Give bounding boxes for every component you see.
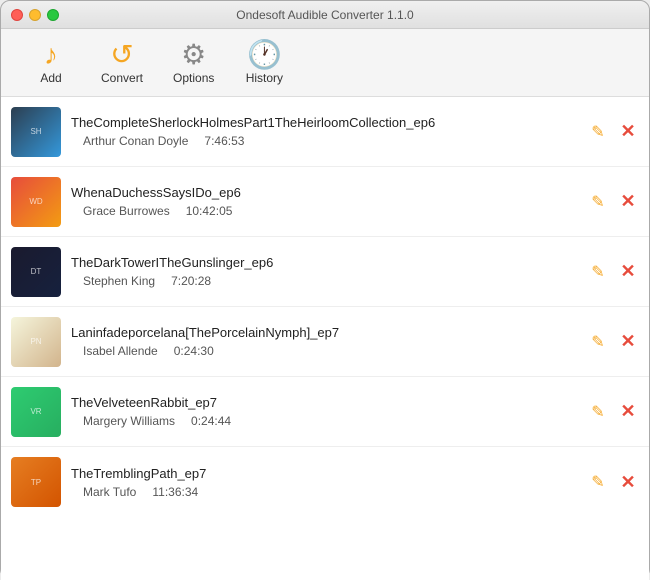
options-button[interactable]: ⚙ Options: [163, 35, 224, 91]
traffic-lights: [11, 9, 59, 21]
thumb-text: PN: [28, 335, 43, 348]
delete-icon: ✕: [620, 191, 635, 212]
delete-button[interactable]: ✕: [617, 121, 639, 143]
delete-icon: ✕: [620, 472, 635, 493]
delete-button[interactable]: ✕: [617, 401, 639, 423]
delete-button[interactable]: ✕: [617, 261, 639, 283]
minimize-button[interactable]: [29, 9, 41, 21]
options-label: Options: [173, 71, 214, 85]
book-info: TheDarkTowerITheGunslinger_ep6 Stephen K…: [71, 255, 577, 288]
history-icon: 🕐: [247, 41, 282, 69]
add-button[interactable]: ♪ Add: [21, 35, 81, 91]
book-info: Laninfadeporcelana[ThePorcelainNymph]_ep…: [71, 325, 577, 358]
book-thumbnail: PN: [11, 317, 61, 367]
book-meta: Grace Burrowes 10:42:05: [71, 204, 577, 218]
book-thumbnail: TP: [11, 457, 61, 507]
table-row: VR TheVelveteenRabbit_ep7 Margery Willia…: [1, 377, 649, 447]
edit-button[interactable]: ✎: [587, 471, 609, 493]
add-icon: ♪: [44, 41, 58, 69]
table-row: DT TheDarkTowerITheGunslinger_ep6 Stephe…: [1, 237, 649, 307]
book-list: SH TheCompleteSherlockHolmesPart1TheHeir…: [1, 97, 649, 580]
delete-icon: ✕: [620, 401, 635, 422]
delete-button[interactable]: ✕: [617, 191, 639, 213]
book-meta: Arthur Conan Doyle 7:46:53: [71, 134, 577, 148]
book-author: Grace Burrowes: [71, 204, 170, 218]
book-meta: Mark Tufo 11:36:34: [71, 485, 577, 499]
book-title: TheVelveteenRabbit_ep7: [71, 395, 577, 410]
book-meta: Isabel Allende 0:24:30: [71, 344, 577, 358]
book-title: TheCompleteSherlockHolmesPart1TheHeirloo…: [71, 115, 577, 130]
book-author: Arthur Conan Doyle: [71, 134, 188, 148]
edit-icon: ✎: [591, 332, 604, 352]
book-meta: Margery Williams 0:24:44: [71, 414, 577, 428]
book-thumbnail: WD: [11, 177, 61, 227]
edit-button[interactable]: ✎: [587, 401, 609, 423]
book-title: TheDarkTowerITheGunslinger_ep6: [71, 255, 577, 270]
book-actions: ✎ ✕: [587, 331, 639, 353]
thumb-text: SH: [28, 125, 43, 138]
toolbar: ♪ Add ↺ Convert ⚙ Options 🕐 History: [1, 29, 649, 97]
close-button[interactable]: [11, 9, 23, 21]
thumb-text: WD: [27, 195, 44, 208]
edit-button[interactable]: ✎: [587, 191, 609, 213]
book-meta: Stephen King 7:20:28: [71, 274, 577, 288]
edit-button[interactable]: ✎: [587, 331, 609, 353]
convert-label: Convert: [101, 71, 143, 85]
edit-icon: ✎: [591, 262, 604, 282]
book-title: WhenaDuchessSaysIDo_ep6: [71, 185, 577, 200]
history-label: History: [246, 71, 283, 85]
delete-icon: ✕: [620, 261, 635, 282]
book-duration: 0:24:30: [174, 344, 214, 358]
book-actions: ✎ ✕: [587, 121, 639, 143]
book-duration: 11:36:34: [152, 485, 198, 499]
book-title: Laninfadeporcelana[ThePorcelainNymph]_ep…: [71, 325, 577, 340]
book-author: Mark Tufo: [71, 485, 136, 499]
book-duration: 7:46:53: [204, 134, 244, 148]
thumb-text: VR: [28, 405, 43, 418]
thumb-text: TP: [29, 476, 43, 489]
book-info: TheVelveteenRabbit_ep7 Margery Williams …: [71, 395, 577, 428]
book-author: Margery Williams: [71, 414, 175, 428]
add-label: Add: [40, 71, 61, 85]
edit-icon: ✎: [591, 122, 604, 142]
delete-button[interactable]: ✕: [617, 331, 639, 353]
book-duration: 10:42:05: [186, 204, 233, 218]
options-icon: ⚙: [181, 41, 206, 69]
edit-icon: ✎: [591, 402, 604, 422]
book-author: Stephen King: [71, 274, 155, 288]
convert-icon: ↺: [110, 41, 133, 69]
title-bar: Ondesoft Audible Converter 1.1.0: [1, 1, 649, 29]
table-row: TP TheTremblingPath_ep7 Mark Tufo 11:36:…: [1, 447, 649, 517]
delete-button[interactable]: ✕: [617, 471, 639, 493]
book-actions: ✎ ✕: [587, 471, 639, 493]
maximize-button[interactable]: [47, 9, 59, 21]
window-title: Ondesoft Audible Converter 1.1.0: [236, 8, 413, 22]
book-thumbnail: SH: [11, 107, 61, 157]
edit-button[interactable]: ✎: [587, 121, 609, 143]
book-thumbnail: DT: [11, 247, 61, 297]
book-thumbnail: VR: [11, 387, 61, 437]
edit-icon: ✎: [591, 472, 604, 492]
book-author: Isabel Allende: [71, 344, 158, 358]
book-actions: ✎ ✕: [587, 261, 639, 283]
book-info: WhenaDuchessSaysIDo_ep6 Grace Burrowes 1…: [71, 185, 577, 218]
book-title: TheTremblingPath_ep7: [71, 466, 577, 481]
book-info: TheCompleteSherlockHolmesPart1TheHeirloo…: [71, 115, 577, 148]
delete-icon: ✕: [620, 331, 635, 352]
edit-button[interactable]: ✎: [587, 261, 609, 283]
table-row: PN Laninfadeporcelana[ThePorcelainNymph]…: [1, 307, 649, 377]
table-row: SH TheCompleteSherlockHolmesPart1TheHeir…: [1, 97, 649, 167]
book-duration: 7:20:28: [171, 274, 211, 288]
book-duration: 0:24:44: [191, 414, 231, 428]
edit-icon: ✎: [591, 192, 604, 212]
history-button[interactable]: 🕐 History: [234, 35, 294, 91]
book-info: TheTremblingPath_ep7 Mark Tufo 11:36:34: [71, 466, 577, 499]
convert-button[interactable]: ↺ Convert: [91, 35, 153, 91]
table-row: WD WhenaDuchessSaysIDo_ep6 Grace Burrowe…: [1, 167, 649, 237]
book-actions: ✎ ✕: [587, 401, 639, 423]
thumb-text: DT: [29, 265, 44, 278]
book-actions: ✎ ✕: [587, 191, 639, 213]
delete-icon: ✕: [620, 121, 635, 142]
